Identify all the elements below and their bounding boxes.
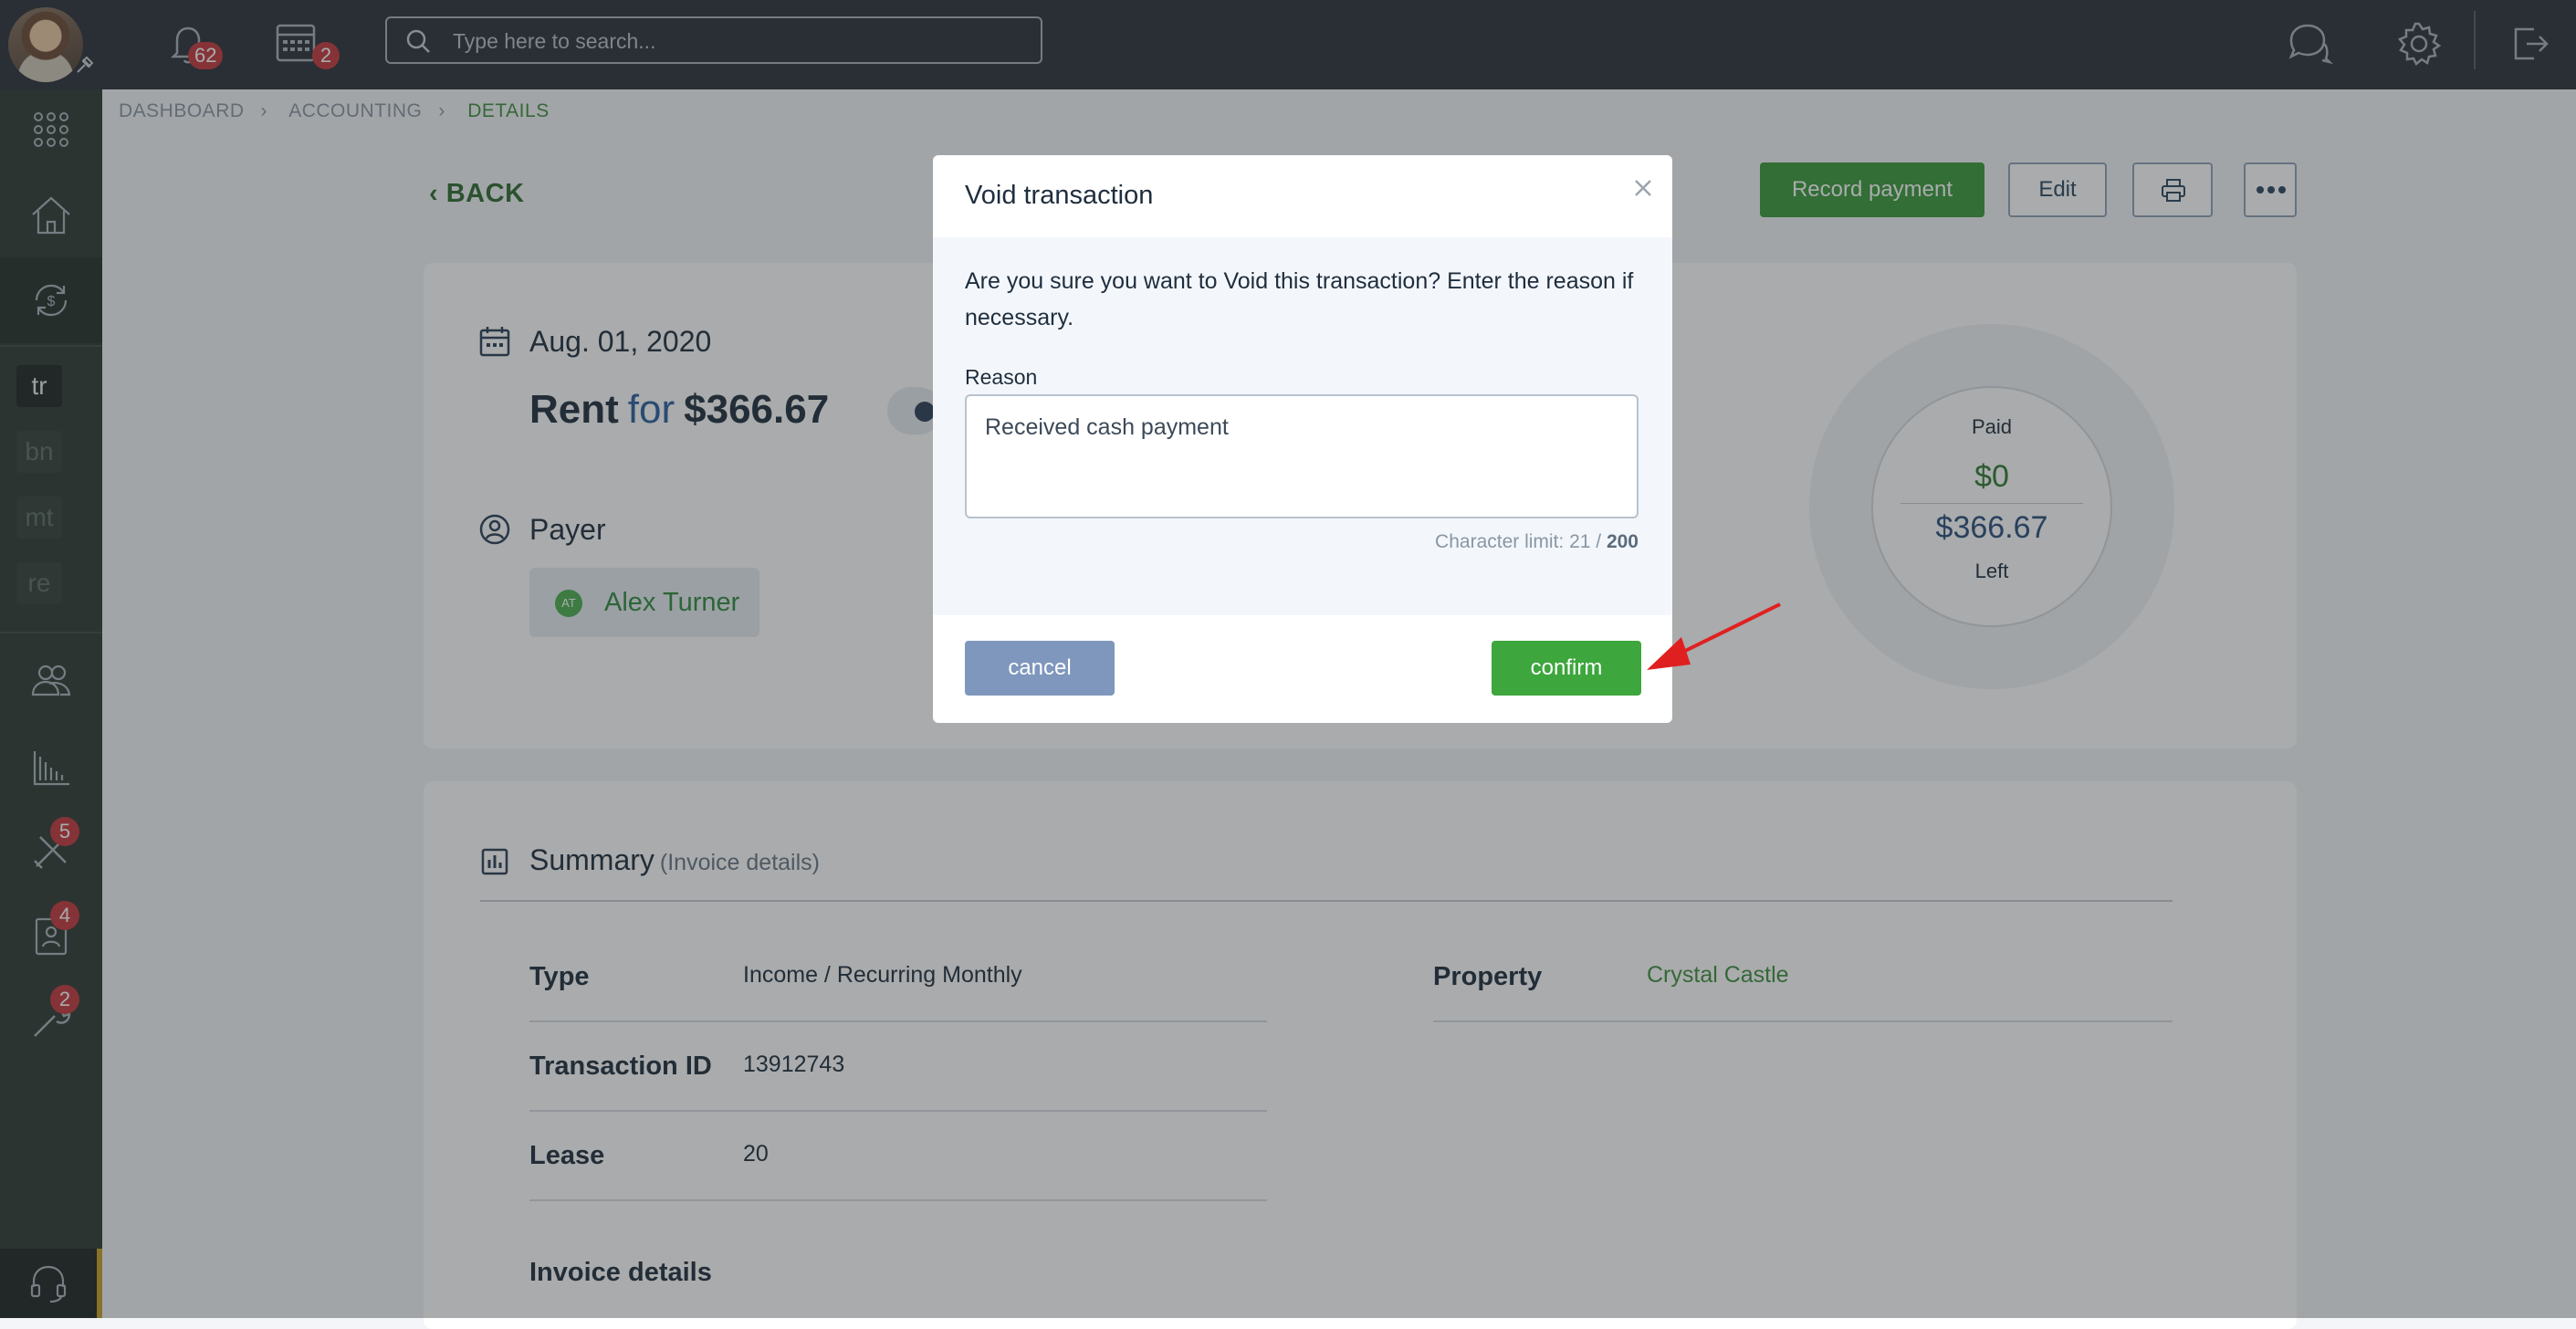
confirm-button[interactable]: confirm xyxy=(1492,641,1641,696)
reason-textarea[interactable]: Received cash payment xyxy=(965,394,1639,518)
dialog-body: Are you sure you want to Void this trans… xyxy=(933,237,1672,615)
character-limit: Character limit: 21 / 200 xyxy=(1435,531,1639,553)
dialog-message: Are you sure you want to Void this trans… xyxy=(965,268,1634,330)
cancel-button[interactable]: cancel xyxy=(965,641,1115,696)
close-icon[interactable] xyxy=(1627,172,1660,204)
dialog-title: Void transaction xyxy=(965,181,1154,210)
void-transaction-dialog: Void transaction Are you sure you want t… xyxy=(933,155,1672,723)
character-limit-text: Character limit: 21 / xyxy=(1435,531,1607,552)
reason-label: Reason xyxy=(965,365,1038,389)
annotation-arrow-icon xyxy=(1647,602,1781,670)
character-limit-max: 200 xyxy=(1606,531,1639,552)
